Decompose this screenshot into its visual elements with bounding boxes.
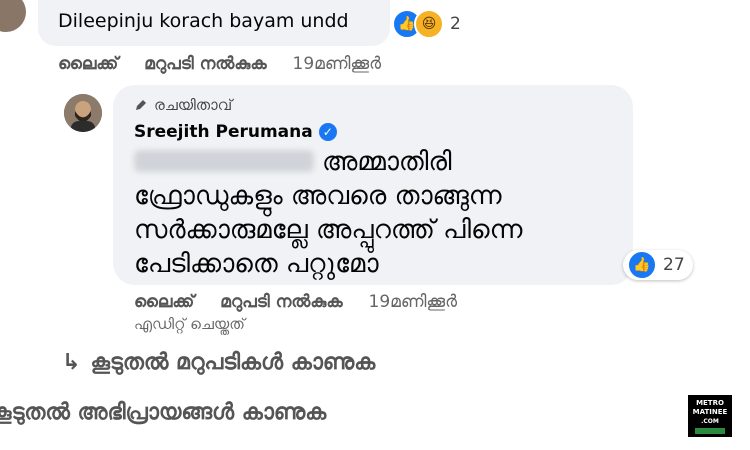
view-more-comments-link[interactable]: കൂടുതൽ അഭിപ്രായങ്ങൾ കാണുക: [0, 400, 326, 425]
edited-label[interactable]: എഡിറ്റ് ചെയ്തത്: [134, 315, 245, 333]
reply-actions: ലൈക്ക് മറുപടി നൽകുക 19മണിക്കൂർ: [134, 292, 483, 312]
like-link[interactable]: ലൈക്ക്: [58, 54, 118, 74]
like-reaction-icon: 👍: [627, 250, 657, 280]
commenter-avatar[interactable]: [0, 0, 26, 32]
reply-link[interactable]: മറുപടി നൽകുക: [144, 54, 266, 74]
comment-reactions[interactable]: 👍 😆 2: [392, 9, 461, 39]
reply-line: ഫ്രോഡുകളും അവരെ താങ്ങുന്ന: [134, 181, 502, 211]
metromatinee-logo: METRO MATINEE .COM: [688, 395, 732, 437]
author-badge: രചയിതാവ്: [134, 96, 232, 114]
haha-reaction-icon: 😆: [414, 9, 444, 39]
pencil-icon: [136, 100, 146, 110]
timestamp[interactable]: 19മണിക്കൂർ: [369, 292, 458, 312]
reply-text: അമ്മാതിരി ഫ്രോഡുകളും അവരെ താങ്ങുന്ന സർക്…: [134, 145, 594, 281]
author-name[interactable]: Sreejith Perumana ✓: [134, 122, 337, 142]
view-more-replies-label: കൂടുതൽ മറുപടികൾ കാണുക: [90, 350, 376, 375]
author-name-text[interactable]: Sreejith Perumana: [134, 122, 313, 142]
reply-line: പേടിക്കാതെ പറ്റുമോ: [134, 249, 379, 279]
reaction-count: 2: [450, 14, 461, 34]
like-link[interactable]: ലൈക്ക്: [134, 292, 194, 312]
author-avatar[interactable]: [64, 94, 102, 132]
reaction-count: 27: [663, 255, 685, 275]
reply-arrow-icon: ↳: [62, 350, 81, 375]
comment-text: Dileepinju korach bayam undd: [58, 10, 349, 32]
reply-line: സർക്കാരുമല്ലേ അപ്പുറത്ത് പിന്നെ: [134, 215, 523, 245]
comment-actions: ലൈക്ക് മറുപടി നൽകുക 19മണിക്കൂർ: [58, 54, 407, 74]
timestamp[interactable]: 19മണിക്കൂർ: [293, 54, 382, 74]
reply-link[interactable]: മറുപടി നൽകുക: [220, 292, 342, 312]
reply-line: അമ്മാതിരി: [322, 147, 452, 177]
view-more-replies-link[interactable]: ↳ കൂടുതൽ മറുപടികൾ കാണുക: [62, 350, 375, 375]
verified-badge-icon: ✓: [318, 123, 337, 141]
author-badge-label: രചയിതാവ്: [154, 96, 233, 114]
reply-reactions[interactable]: 👍 27: [623, 250, 693, 280]
avatar-image: [64, 94, 102, 132]
